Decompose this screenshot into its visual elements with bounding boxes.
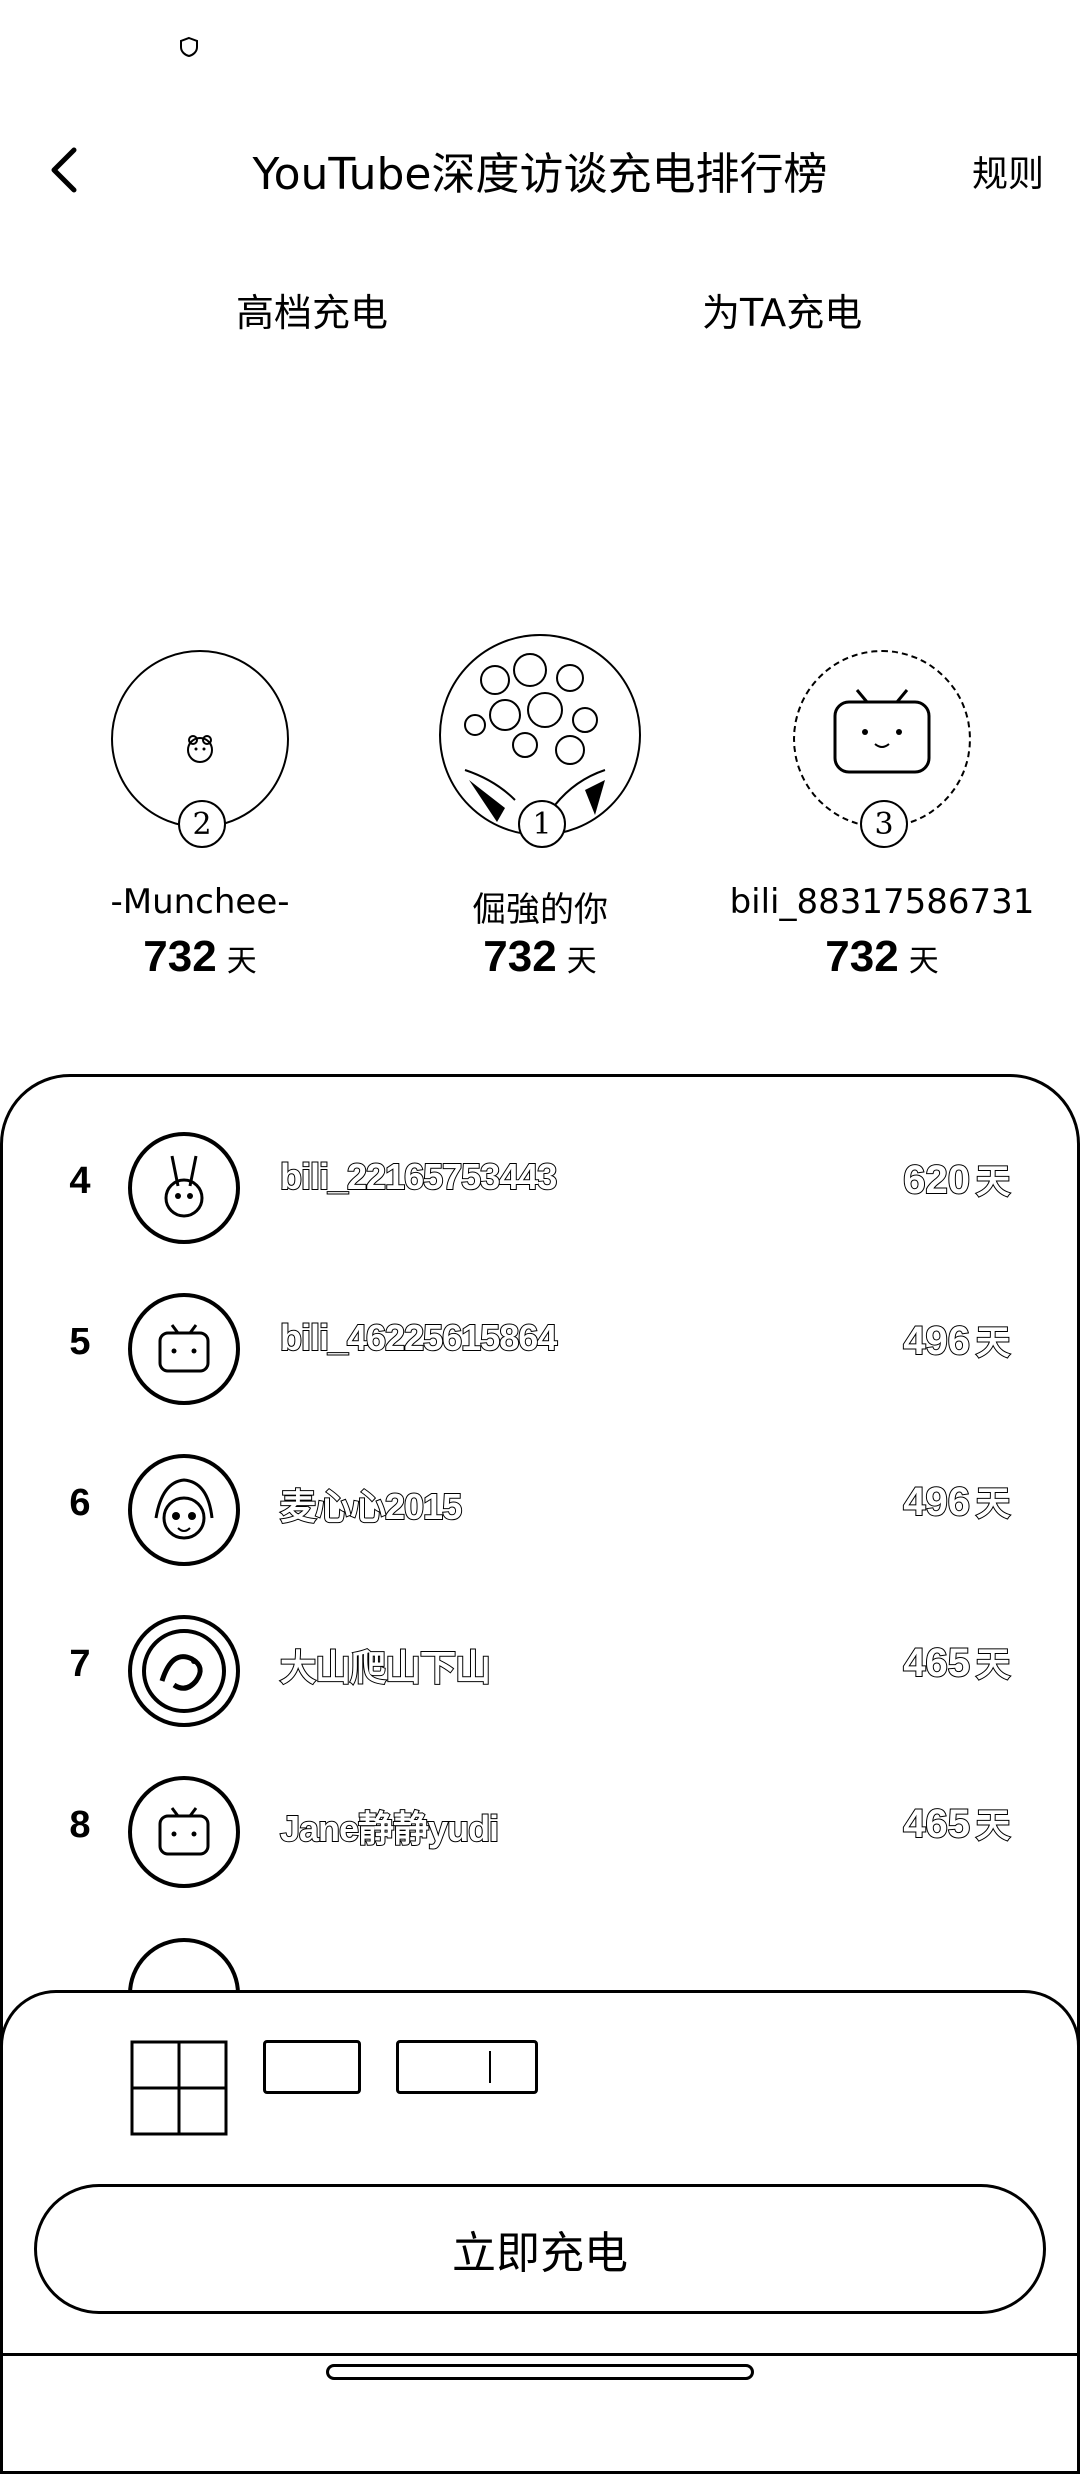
charge-option[interactable] [396,2040,538,2094]
tab-charge-for-ta[interactable]: 为TA充电 [702,282,862,337]
rules-link[interactable]: 规则 [972,145,1044,197]
row-rank: 4 [69,1160,91,1202]
list-item[interactable]: 5 bili_46225615864 496 天 [0,1281,1080,1421]
podium-first[interactable]: 1 倔強的你 732 天 [370,630,710,990]
days-unit: 天 [975,1805,1011,1847]
row-days: 465 天 [902,1637,1011,1686]
list-item[interactable]: 7 大山爬山下山 465 天 [0,1603,1080,1743]
days-unit: 天 [975,1322,1011,1364]
list-item[interactable]: 6 麦心心2015 496 天 [0,1442,1080,1582]
row-rank: 8 [69,1804,91,1846]
row-name: bili_22165753443 [279,1155,558,1198]
days-unit: 天 [975,1161,1011,1203]
days-value: 620 [902,1157,971,1203]
shield-status-icon [178,36,200,58]
days-unit: 天 [908,944,939,979]
rank-badge: 2 [178,800,226,848]
row-days: 496 天 [902,1315,1011,1364]
days-value: 496 [902,1479,971,1525]
podium-days: 732 天 [370,932,710,982]
charge-now-button[interactable]: 立即充电 [34,2184,1046,2314]
row-rank: 6 [69,1482,91,1524]
bilibili-tv-icon [128,1776,240,1888]
dragon-emblem-icon [128,1615,240,1727]
rank-badge: 3 [860,800,908,848]
days-unit: 天 [975,1644,1011,1686]
anime-girl-icon [128,1454,240,1566]
tab-high-tier-charge[interactable]: 高档充电 [236,282,388,337]
bilibili-tv-icon [128,1293,240,1405]
charge-option[interactable] [263,2040,361,2094]
podium-days: 732 天 [712,932,1052,982]
bottom-divider [0,2353,1080,2356]
podium-second[interactable]: 2 -Munchee- 732 天 [30,650,370,990]
days-unit: 天 [566,944,597,979]
days-value: 732 [825,932,899,981]
home-indicator[interactable] [326,2364,754,2380]
list-item[interactable]: 4 bili_22165753443 620 天 [0,1120,1080,1260]
cartoon-bunny-icon [128,1132,240,1244]
days-value: 732 [143,932,217,981]
row-name: 大山爬山下山 [279,1646,492,1689]
days-unit: 天 [226,944,257,979]
row-days: 496 天 [902,1476,1011,1525]
rank-badge: 1 [518,800,566,848]
days-value: 732 [483,932,557,981]
podium-third[interactable]: 3 bili_88317586731 732 天 [712,650,1052,990]
page-title: YouTube深度访谈充电排行榜 [252,149,828,200]
row-days: 465 天 [902,1798,1011,1847]
days-unit: 天 [975,1483,1011,1525]
list-item[interactable]: 8 Jane静静yudi 465 天 [0,1764,1080,1904]
days-value: 465 [902,1640,971,1686]
podium-name: bili_88317586731 [729,882,1035,922]
podium-days: 732 天 [30,932,370,982]
row-name: Jane静静yudi [279,1807,500,1850]
option-divider [489,2051,491,2083]
row-name: 麦心心2015 [279,1485,463,1528]
podium-name: -Munchee- [110,882,290,922]
days-value: 465 [902,1801,971,1847]
row-days: 620 天 [902,1154,1011,1203]
row-name: bili_46225615864 [279,1316,558,1359]
row-rank: 7 [69,1643,91,1685]
days-value: 496 [902,1318,971,1364]
row-rank: 5 [69,1321,91,1363]
grid-option-icon[interactable] [130,2040,228,2136]
podium-name: 倔強的你 [472,890,608,930]
